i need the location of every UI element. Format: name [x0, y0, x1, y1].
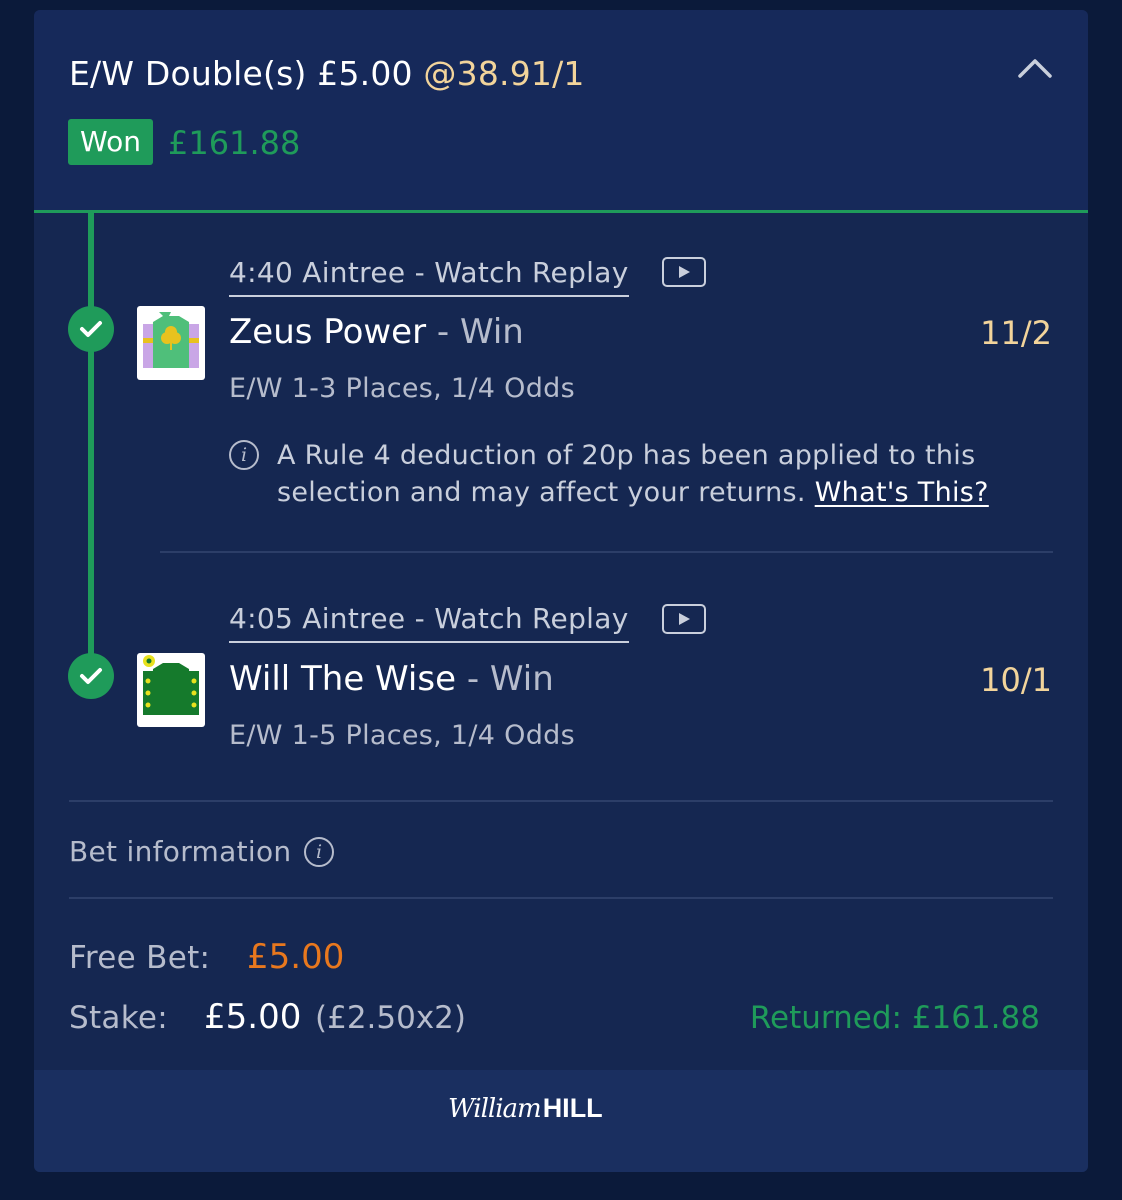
returned-amount: Returned: £161.88	[749, 1000, 1040, 1036]
bet-information-label: Bet information	[69, 835, 292, 868]
won-amount: £161.88	[168, 124, 301, 162]
silks-image	[137, 653, 205, 727]
chevron-up-icon[interactable]	[1017, 54, 1053, 80]
check-icon	[68, 653, 114, 699]
logo-bold: HILL	[542, 1093, 603, 1123]
check-icon	[68, 306, 114, 352]
runner-name: Zeus Power - Win	[229, 312, 524, 352]
stake-label: Stake:	[69, 1000, 168, 1036]
bet-header[interactable]: E/W Double(s) £5.00 @38.91/1 Won £161.88	[34, 10, 1088, 211]
stake-value: £5.00	[204, 997, 302, 1037]
bet-odds: @38.91/1	[423, 54, 585, 93]
runner-label: Will The Wise	[229, 659, 457, 699]
info-icon: i	[229, 440, 259, 470]
play-icon[interactable]	[662, 604, 706, 634]
william-hill-logo: William HILL	[448, 1093, 603, 1124]
status-badge: Won	[68, 119, 153, 165]
logo-script: William	[448, 1093, 542, 1124]
bet-title: E/W Double(s) £5.00 @38.91/1	[69, 54, 585, 93]
ew-terms: E/W 1-5 Places, 1/4 Odds	[229, 720, 575, 751]
ew-terms: E/W 1-3 Places, 1/4 Odds	[229, 373, 575, 404]
status-divider	[34, 210, 1088, 213]
section-divider	[69, 800, 1053, 802]
bet-information-toggle[interactable]: Bet information	[69, 835, 291, 868]
runner-label: Zeus Power	[229, 312, 427, 352]
silks-image	[137, 306, 205, 380]
bet-type-stake: E/W Double(s) £5.00	[69, 54, 424, 93]
stake-split: (£2.50x2)	[315, 1000, 467, 1036]
free-bet-value: £5.00	[247, 937, 345, 977]
free-bet-label: Free Bet:	[69, 940, 211, 976]
selection-price: 10/1	[980, 661, 1052, 699]
play-icon[interactable]	[662, 257, 706, 287]
selection-divider	[160, 551, 1053, 553]
selection-price: 11/2	[980, 314, 1052, 352]
info-icon[interactable]: i	[304, 837, 334, 867]
watch-replay-link[interactable]: 4:40 Aintree - Watch Replay	[229, 256, 629, 297]
result-label: - Win	[456, 659, 554, 699]
bet-card: E/W Double(s) £5.00 @38.91/1 Won £161.88…	[34, 10, 1088, 1172]
selection-timeline	[88, 211, 94, 681]
runner-name: Will The Wise - Win	[229, 659, 554, 699]
watch-replay-link[interactable]: 4:05 Aintree - Watch Replay	[229, 602, 629, 643]
rule4-notice: A Rule 4 deduction of 20p has been appli…	[277, 437, 1037, 511]
result-label: - Win	[426, 312, 524, 352]
section-divider	[69, 897, 1053, 899]
whats-this-link[interactable]: What's This?	[815, 477, 989, 508]
